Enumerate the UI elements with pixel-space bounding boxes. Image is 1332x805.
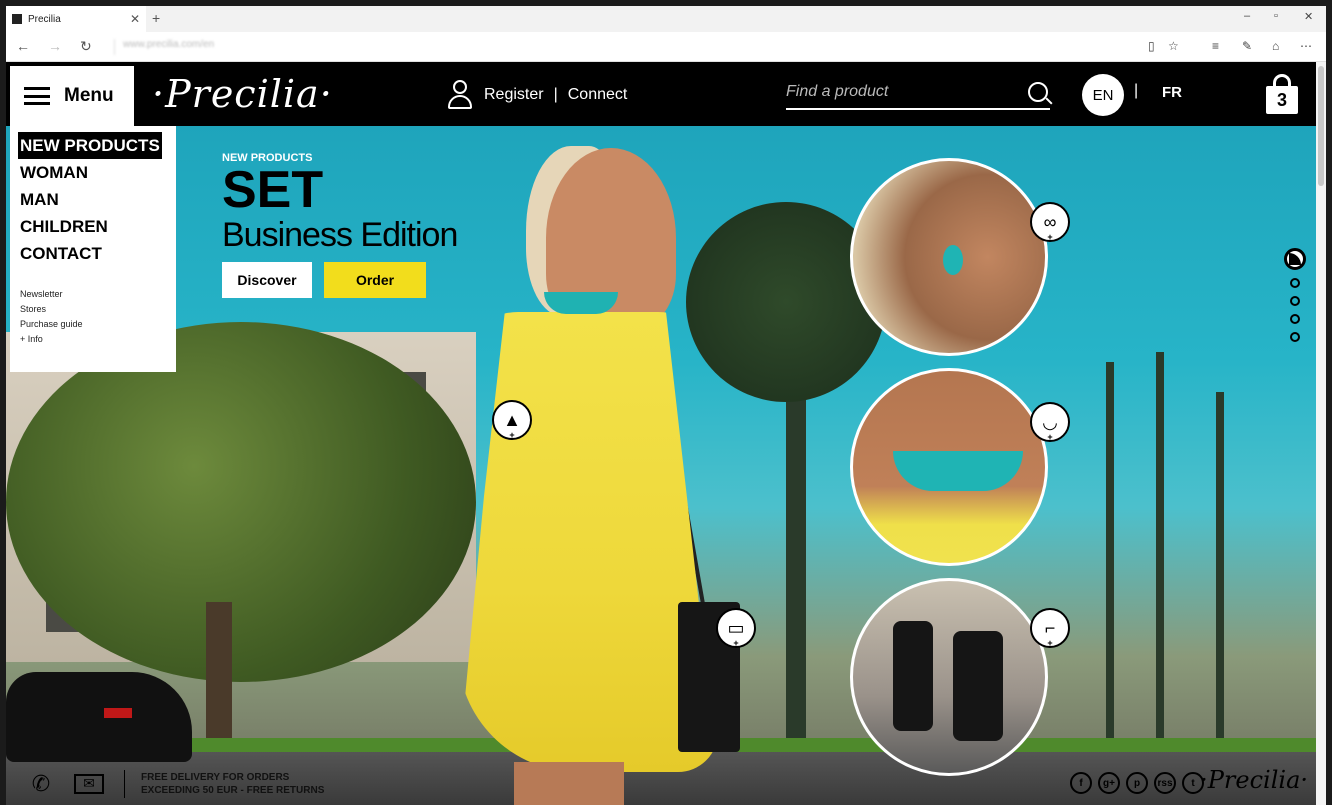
account-separator: | [553,86,558,103]
minimize-button[interactable]: – [1244,10,1250,22]
address-bar[interactable]: www.precilia.com/en [114,39,374,55]
secondary-menu: Newsletter Stores Purchase guide + Info [20,287,176,347]
more-icon[interactable]: ⋯ [1300,39,1312,53]
palm-trunk [1216,392,1224,742]
search-box [786,78,1050,110]
search-input[interactable] [786,78,1016,106]
menu-button[interactable]: Menu [10,66,134,126]
shoe-icon[interactable]: ⌐ [1030,608,1070,648]
pager-dot[interactable] [1290,314,1300,324]
zoom-earrings[interactable] [850,158,1048,356]
menu-item-new-products[interactable]: NEW PRODUCTS [18,132,162,159]
browser-window: Precilia ✕ + – ▫ ✕ ← → ↻ www.precilia.co… [6,6,1326,805]
web-note-icon[interactable]: ✎ [1242,39,1252,53]
main-menu: NEW PRODUCTS WOMAN MAN CHILDREN CONTACT … [10,126,176,372]
footer-logo[interactable]: ·Precilia· [1200,766,1308,794]
register-link[interactable]: Register [484,86,544,104]
close-window-button[interactable]: ✕ [1304,10,1313,23]
social-links: f g+ p rss t [1070,772,1204,794]
site-logo[interactable]: ·Precilia· [152,72,333,116]
search-icon[interactable] [1028,82,1048,102]
pager-active[interactable] [1284,248,1306,270]
google-plus-icon[interactable]: g+ [1098,772,1120,794]
delivery-notice: FREE DELIVERY FOR ORDERS EXCEEDING 50 EU… [141,771,324,797]
earrings-icon[interactable]: ∞ [1030,202,1070,242]
hero-title: SET [222,161,324,219]
hero-subtitle: Business Edition [222,216,458,254]
tab-bar: Precilia ✕ + – ▫ ✕ [6,6,1326,32]
tab-close-icon[interactable]: ✕ [130,12,140,26]
delivery-line-1: FREE DELIVERY FOR ORDERS [141,771,290,783]
site-header: Menu ·Precilia· Register | Connect EN | … [6,62,1316,126]
page-viewport: ▲ ▭ Menu ·Precilia· Register | Connect E… [6,62,1316,805]
language-separator: | [1134,82,1139,99]
mail-icon[interactable]: ✉ [74,773,104,794]
pinterest-icon[interactable]: p [1126,772,1148,794]
account-links: Register | Connect [446,80,627,110]
pager-dot[interactable] [1290,332,1300,342]
forward-arrow-icon[interactable]: → [48,38,62,54]
menu-item-children[interactable]: CHILDREN [20,213,176,240]
favorites-star-icon[interactable]: ☆ [1168,39,1179,53]
menu-link-info[interactable]: + Info [20,332,176,347]
phone-icon[interactable]: ✆ [26,771,56,797]
discover-button[interactable]: Discover [222,262,312,298]
maximize-button[interactable]: ▫ [1274,10,1278,22]
browser-toolbar: ← → ↻ www.precilia.com/en ▯ ☆ ≡ ✎ ⌂ ⋯ [6,32,1326,62]
menu-item-woman[interactable]: WOMAN [20,159,176,186]
language-fr-button[interactable]: FR [1162,84,1182,101]
dress-icon[interactable]: ▲ [492,400,532,440]
order-button[interactable]: Order [324,262,426,298]
pager-dot[interactable] [1290,296,1300,306]
user-icon [446,80,474,110]
browser-tab[interactable]: Precilia ✕ [6,6,146,32]
pager-dot[interactable] [1290,278,1300,288]
menu-item-contact[interactable]: CONTACT [20,240,176,267]
menu-link-newsletter[interactable]: Newsletter [20,287,176,302]
hero-promo: NEW PRODUCTS SET Business Edition Discov… [222,152,458,298]
tree-trunk [206,602,232,752]
menu-link-purchase-guide[interactable]: Purchase guide [20,317,176,332]
page-scrollbar[interactable] [1316,62,1326,805]
facebook-icon[interactable]: f [1070,772,1092,794]
delivery-line-2: EXCEEDING 50 EUR - FREE RETURNS [141,784,325,796]
rss-icon[interactable]: rss [1154,772,1176,794]
new-tab-button[interactable]: + [152,10,160,26]
necklace-icon[interactable]: ◡ [1030,402,1070,442]
reading-view-icon[interactable]: ▯ [1148,39,1155,53]
connect-link[interactable]: Connect [568,86,628,104]
zoom-shoes[interactable] [850,578,1048,776]
favicon-icon [12,14,22,24]
parked-car [6,672,192,762]
menu-label: Menu [64,85,114,106]
cart-count: 3 [1276,90,1287,110]
handbag-icon[interactable]: ▭ [716,608,756,648]
hamburger-icon [24,87,50,105]
tree-foliage [6,322,476,682]
refresh-icon[interactable]: ↻ [80,38,92,55]
palm-trunk [1156,352,1164,742]
palm-trunk [1106,362,1114,742]
site-footer: ✆ ✉ FREE DELIVERY FOR ORDERS EXCEEDING 5… [6,762,1316,805]
back-arrow-icon[interactable]: ← [16,38,30,54]
cart-button[interactable]: 3 [1264,74,1300,114]
menu-link-stores[interactable]: Stores [20,302,176,317]
hub-icon[interactable]: ≡ [1212,39,1219,53]
share-icon[interactable]: ⌂ [1272,39,1279,53]
slide-pager [1284,248,1308,342]
scrollbar-thumb[interactable] [1318,66,1324,186]
menu-item-man[interactable]: MAN [20,186,176,213]
zoom-necklace[interactable] [850,368,1048,566]
language-en-button[interactable]: EN [1082,74,1124,116]
turquoise-necklace [544,292,618,314]
tab-title: Precilia [28,13,61,25]
